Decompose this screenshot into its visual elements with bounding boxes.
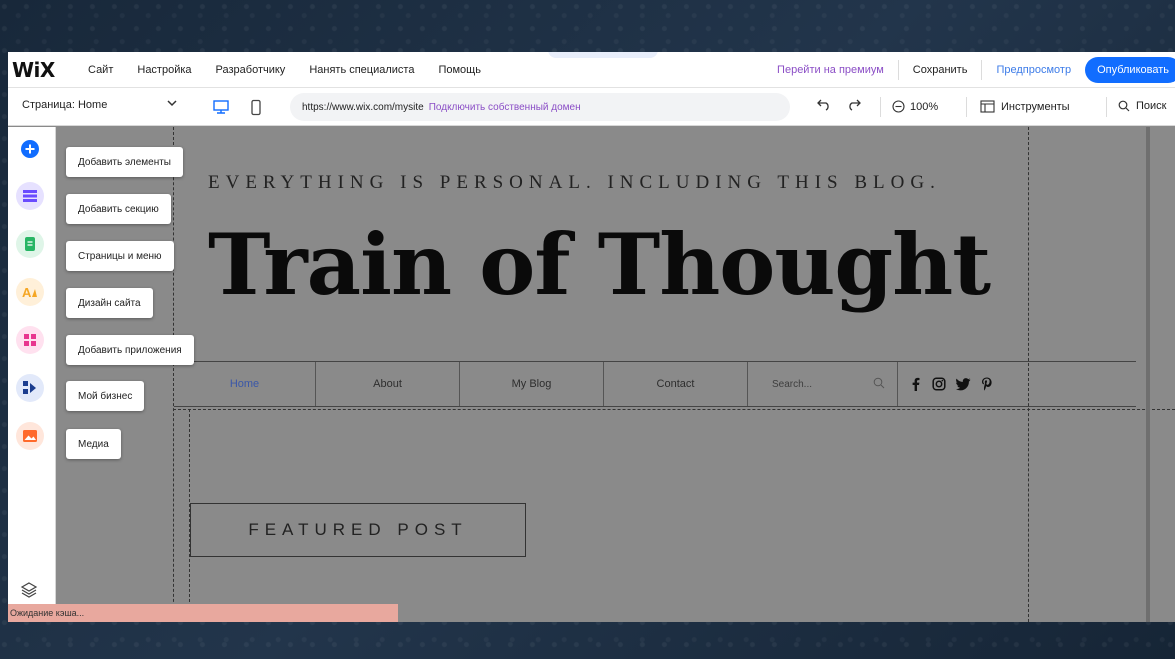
- apps-icon: [24, 334, 36, 346]
- editor-search[interactable]: Поиск: [1118, 100, 1166, 112]
- preview-button[interactable]: Предпросмотр: [996, 64, 1071, 76]
- svg-text:A: A: [22, 285, 32, 300]
- social-bar: [910, 362, 993, 406]
- top-bar-handle: [548, 52, 658, 58]
- divider: [966, 97, 967, 117]
- editor-canvas[interactable]: EVERYTHING IS PERSONAL. INCLUDING THIS B…: [56, 127, 1175, 622]
- pages-menu-button[interactable]: [16, 230, 44, 258]
- tools-button[interactable]: Инструменты: [980, 100, 1070, 113]
- tooltip-add-section[interactable]: Добавить секцию: [66, 194, 171, 224]
- chevron-down-icon[interactable]: [166, 97, 178, 112]
- add-elements-button[interactable]: [16, 135, 44, 163]
- menu-hire-expert[interactable]: Нанять специалиста: [309, 64, 414, 76]
- site-search-placeholder: Search...: [772, 378, 813, 390]
- menu-developer[interactable]: Разработчику: [216, 64, 286, 76]
- divider: [981, 60, 983, 80]
- menu-site[interactable]: Сайт: [88, 64, 113, 76]
- section-icon: [23, 190, 37, 202]
- site-title[interactable]: Train of Thought: [208, 215, 991, 314]
- top-bar: WiX Сайт Настройка Разработчику Нанять с…: [8, 52, 1175, 88]
- zoom-level: 100%: [910, 100, 939, 113]
- site-tagline[interactable]: EVERYTHING IS PERSONAL. INCLUDING THIS B…: [208, 172, 941, 194]
- my-business-button[interactable]: [16, 374, 44, 402]
- tooltip-add-elements[interactable]: Добавить элементы: [66, 147, 183, 177]
- zoom-out-icon[interactable]: [892, 100, 905, 113]
- divider: [897, 60, 899, 80]
- menu-help[interactable]: Помощь: [438, 64, 481, 76]
- site-url: https://www.wix.com/mysite: [302, 101, 424, 113]
- guide-line: [173, 409, 1175, 410]
- business-icon: [23, 381, 36, 394]
- pages-icon: [25, 237, 35, 251]
- site-url-bar: https://www.wix.com/mysite Подключить со…: [290, 93, 790, 121]
- save-button[interactable]: Сохранить: [913, 64, 968, 76]
- tooltip-site-design[interactable]: Дизайн сайта: [66, 288, 153, 318]
- page-selector[interactable]: Страница: Home: [22, 99, 107, 111]
- editor-screen: WiX Сайт Настройка Разработчику Нанять с…: [8, 52, 1175, 622]
- mobile-view-icon[interactable]: [246, 94, 266, 120]
- menu-settings[interactable]: Настройка: [137, 64, 191, 76]
- instagram-icon[interactable]: [932, 377, 946, 391]
- canvas-edge: [1146, 127, 1150, 622]
- add-section-button[interactable]: [16, 182, 44, 210]
- editor-search-label: Поиск: [1136, 100, 1167, 112]
- left-toolbar: A: [8, 127, 56, 622]
- connect-domain-link[interactable]: Подключить собственный домен: [429, 102, 581, 113]
- tooltip-media[interactable]: Медиа: [66, 429, 121, 459]
- site-nav-about[interactable]: About: [316, 362, 460, 406]
- top-menu: Сайт Настройка Разработчику Нанять специ…: [88, 52, 505, 88]
- page-toolbar: Страница: Home https://www.wix.com/mysit…: [8, 88, 1175, 126]
- tools-icon: [980, 100, 995, 113]
- plus-icon: [21, 140, 39, 158]
- search-icon: [1118, 100, 1130, 112]
- site-design-button[interactable]: A: [16, 278, 44, 306]
- divider: [1106, 97, 1107, 117]
- redo-icon[interactable]: [846, 97, 862, 115]
- layers-icon[interactable]: [20, 581, 38, 604]
- top-actions: Перейти на премиум Сохранить Предпросмот…: [777, 52, 1175, 88]
- media-icon: [23, 430, 37, 442]
- undo-icon[interactable]: [816, 97, 832, 115]
- add-apps-button[interactable]: [16, 326, 44, 354]
- site-nav-home[interactable]: Home: [174, 362, 316, 406]
- facebook-icon[interactable]: [910, 377, 922, 391]
- publish-button[interactable]: Опубликовать: [1085, 57, 1175, 83]
- desktop-view-icon[interactable]: [208, 94, 234, 120]
- zoom-control[interactable]: 100%: [892, 100, 938, 113]
- site-nav-my-blog[interactable]: My Blog: [460, 362, 604, 406]
- divider: [880, 97, 881, 117]
- tooltip-add-apps[interactable]: Добавить приложения: [66, 335, 194, 365]
- search-icon: [873, 377, 885, 389]
- upgrade-premium-link[interactable]: Перейти на премиум: [777, 64, 884, 76]
- wix-logo: WiX: [12, 58, 55, 82]
- pinterest-icon[interactable]: [981, 377, 993, 391]
- browser-status-bar: Ожидание кэша...: [8, 604, 398, 622]
- design-icon: A: [22, 285, 37, 300]
- tools-label: Инструменты: [1001, 100, 1070, 113]
- site-nav-contact[interactable]: Contact: [604, 362, 748, 406]
- tooltip-pages-menu[interactable]: Страницы и меню: [66, 241, 174, 271]
- site-search-box[interactable]: Search...: [758, 362, 898, 406]
- tooltip-my-business[interactable]: Мой бизнес: [66, 381, 145, 411]
- media-button[interactable]: [16, 422, 44, 450]
- twitter-icon[interactable]: [956, 377, 971, 391]
- site-menu[interactable]: Home About My Blog Contact Search...: [174, 361, 1136, 407]
- featured-post-heading[interactable]: FEATURED POST: [190, 503, 526, 557]
